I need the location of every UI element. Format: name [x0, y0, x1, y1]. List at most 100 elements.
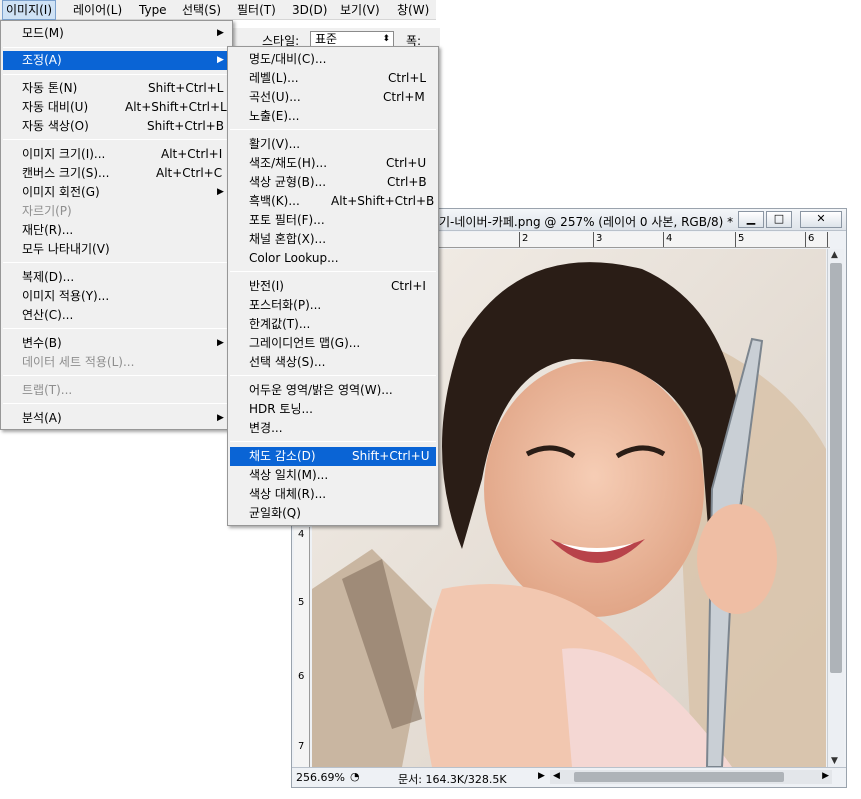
menu-separator: [230, 441, 436, 442]
ruler-tick: [827, 232, 828, 247]
close-icon: ✕: [816, 212, 826, 225]
menu-window[interactable]: 창(W): [394, 0, 432, 20]
menu-bar: 이미지(I) 레이어(L) Type 선택(S) 필터(T) 3D(D) 보기(…: [0, 0, 436, 20]
menu-item-apply-data-set: 데이터 세트 적용(L)...: [22, 355, 135, 369]
ruler-tick: [805, 232, 806, 247]
zoom-level[interactable]: 256.69%: [296, 771, 345, 784]
menu-item-selective-color[interactable]: 선택 색상(S)...: [230, 353, 436, 372]
menu-item-color-balance[interactable]: 색상 균형(B)... Ctrl+B: [230, 173, 436, 192]
scroll-right-icon[interactable]: ▶: [822, 771, 829, 781]
menu-item-replace-color[interactable]: 색상 대체(R)...: [230, 485, 436, 504]
menu-separator: [3, 262, 230, 263]
menu-item-image-rotation[interactable]: 이미지 회전(G) ▶: [3, 183, 230, 202]
vertical-ruler: 4 5 6 7: [294, 527, 310, 767]
status-expand-icon[interactable]: ▶: [538, 771, 545, 781]
image-menu: 모드(M) ▶ 조정(A) ▶ 자동 톤(N) Shift+Ctrl+L 자동 …: [0, 20, 233, 430]
menu-item-hdr-toning[interactable]: HDR 토닝...: [230, 400, 436, 419]
menu-item-color-lookup[interactable]: Color Lookup...: [230, 249, 436, 268]
scroll-up-icon[interactable]: ▲: [831, 250, 838, 260]
menu-item-variables[interactable]: 변수(B) ▶: [3, 334, 230, 353]
scroll-down-icon[interactable]: ▼: [831, 756, 838, 766]
menu-separator: [3, 375, 230, 376]
horizontal-scroll-thumb[interactable]: [574, 772, 784, 782]
menu-item-equalize[interactable]: 균일화(Q): [230, 504, 436, 523]
menu-select[interactable]: 선택(S): [179, 0, 224, 20]
menu-item-invert[interactable]: 반전(I) Ctrl+I: [230, 277, 436, 296]
menu-item-brightness-contrast[interactable]: 명도/대비(C)...: [230, 50, 436, 69]
minimize-button[interactable]: ▁: [738, 211, 764, 228]
vertical-scroll-thumb[interactable]: [830, 263, 842, 673]
menu-item-crop: 자르기(P): [22, 204, 72, 218]
document-title: 기-네이버-카페.png @ 257% (레이어 0 사본, RGB/8) *: [439, 215, 734, 229]
select-arrows-icon: ⬍: [382, 34, 390, 44]
menu-item-apply-image[interactable]: 이미지 적용(Y)...: [3, 287, 230, 306]
ruler-tick: [519, 232, 520, 247]
vertical-scrollbar[interactable]: ▲ ▼: [827, 249, 844, 767]
minimize-icon: ▁: [746, 212, 756, 225]
style-select[interactable]: 표준 ⬍: [310, 31, 394, 47]
menu-item-duplicate[interactable]: 복제(D)...: [3, 268, 230, 287]
menu-item-auto-contrast[interactable]: 자동 대비(U) Alt+Shift+Ctrl+L: [3, 98, 230, 117]
menu-item-channel-mixer[interactable]: 채널 혼합(X)...: [230, 230, 436, 249]
menu-item-exposure[interactable]: 노출(E)...: [230, 107, 436, 126]
ruler-h-label: 3: [596, 233, 603, 244]
menu-item-trap: 트랩(T)...: [22, 383, 73, 397]
menu-item-calculations[interactable]: 연산(C)...: [3, 306, 230, 325]
ruler-h-label: 6: [808, 233, 815, 244]
menu-filter[interactable]: 필터(T): [234, 0, 279, 20]
menu-item-black-white[interactable]: 흑백(K)... Alt+Shift+Ctrl+B: [230, 192, 436, 211]
menu-separator: [3, 47, 230, 48]
scroll-left-icon[interactable]: ◀: [553, 771, 560, 781]
menu-layer[interactable]: 레이어(L): [70, 0, 125, 20]
menu-item-threshold[interactable]: 한계값(T)...: [230, 315, 436, 334]
status-icon[interactable]: ◔: [350, 770, 360, 783]
maximize-icon: □: [773, 212, 785, 225]
ruler-h-label: 5: [738, 233, 745, 244]
menu-item-posterize[interactable]: 포스터화(P)...: [230, 296, 436, 315]
menu-item-hue-saturation[interactable]: 색조/채도(H)... Ctrl+U: [230, 154, 436, 173]
menu-separator: [3, 328, 230, 329]
menu-separator: [230, 271, 436, 272]
menu-item-analysis[interactable]: 분석(A) ▶: [3, 409, 230, 428]
ruler-v-label: 7: [298, 741, 305, 752]
ruler-h-label: 4: [666, 233, 673, 244]
menu-item-vibrance[interactable]: 활기(V)...: [230, 135, 436, 154]
document-size-info: 문서: 164.3K/328.5K: [398, 773, 507, 786]
menu-separator: [3, 74, 230, 75]
menu-item-levels[interactable]: 레벨(L)... Ctrl+L: [230, 69, 436, 88]
ruler-v-label: 6: [298, 671, 305, 682]
menu-item-photo-filter[interactable]: 포토 필터(F)...: [230, 211, 436, 230]
maximize-button[interactable]: □: [766, 211, 792, 228]
horizontal-ruler: 2 3 4 5 6 7: [439, 232, 830, 248]
style-select-value: 표준: [315, 32, 338, 46]
menu-item-variations[interactable]: 변경...: [230, 419, 436, 438]
menu-item-shadows-highlights[interactable]: 어두운 영역/밝은 영역(W)...: [230, 381, 436, 400]
menu-view[interactable]: 보기(V): [337, 0, 383, 20]
submenu-arrow-icon: ▶: [217, 55, 224, 65]
menu-item-reveal-all[interactable]: 모두 나타내기(V): [3, 240, 230, 259]
submenu-arrow-icon: ▶: [217, 413, 224, 423]
menu-separator: [230, 129, 436, 130]
menu-item-match-color[interactable]: 색상 일치(M)...: [230, 466, 436, 485]
close-button[interactable]: ✕: [800, 211, 842, 228]
submenu-arrow-icon: ▶: [217, 28, 224, 38]
menu-item-auto-tone[interactable]: 자동 톤(N) Shift+Ctrl+L: [3, 79, 230, 98]
menu-item-gradient-map[interactable]: 그레이디언트 맵(G)...: [230, 334, 436, 353]
menu-item-canvas-size[interactable]: 캔버스 크기(S)... Alt+Ctrl+C: [3, 164, 230, 183]
horizontal-scrollbar[interactable]: ◀ ▶: [550, 770, 832, 784]
menu-type[interactable]: Type: [136, 0, 170, 20]
menu-item-mode[interactable]: 모드(M) ▶: [3, 24, 230, 43]
menu-3d[interactable]: 3D(D): [289, 0, 330, 20]
ruler-v-label: 5: [298, 597, 305, 608]
status-bar: 256.69% ◔ 문서: 164.3K/328.5K ▶ ◀ ▶: [292, 767, 846, 787]
ruler-tick: [663, 232, 664, 247]
submenu-arrow-icon: ▶: [217, 187, 224, 197]
ruler-tick: [735, 232, 736, 247]
menu-item-image-size[interactable]: 이미지 크기(I)... Alt+Ctrl+I: [3, 145, 230, 164]
menu-item-curves[interactable]: 곡선(U)... Ctrl+M: [230, 88, 436, 107]
menu-item-auto-color[interactable]: 자동 색상(O) Shift+Ctrl+B: [3, 117, 230, 136]
menu-item-adjustments[interactable]: 조정(A) ▶: [3, 51, 230, 70]
menu-item-trim[interactable]: 재단(R)...: [3, 221, 230, 240]
menu-image[interactable]: 이미지(I): [2, 0, 57, 20]
menu-item-desaturate[interactable]: 채도 감소(D) Shift+Ctrl+U: [230, 447, 436, 466]
